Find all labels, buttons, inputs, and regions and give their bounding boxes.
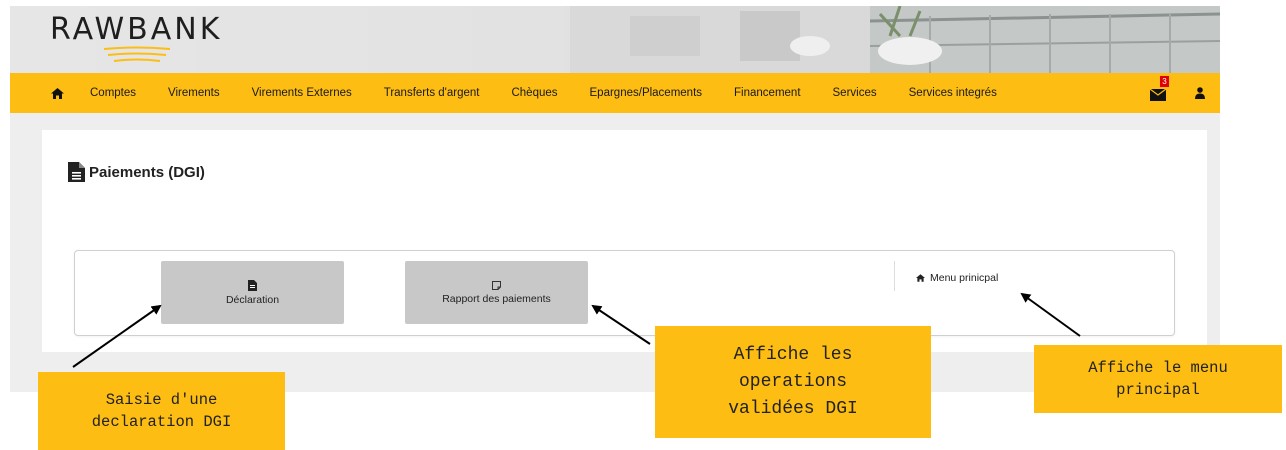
nav-item-financement[interactable]: Financement <box>734 87 800 99</box>
callout-declaration: Saisie d'une declaration DGI <box>38 372 285 450</box>
home-icon <box>916 274 925 282</box>
declaration-button[interactable]: Déclaration <box>161 261 344 324</box>
nav-item-comptes[interactable]: Comptes <box>90 87 136 99</box>
messages-button[interactable]: 3 <box>1150 76 1170 101</box>
app-frame: RAWBANK Comptes Virements Virements Exte… <box>10 6 1220 392</box>
menu-principal-label: Menu prinicpal <box>930 272 999 284</box>
nav-item-services-integres[interactable]: Services integrés <box>909 87 997 99</box>
nav-item-virements-externes[interactable]: Virements Externes <box>252 87 352 99</box>
callout-text: Saisie d'une <box>105 391 218 409</box>
document-icon <box>248 279 257 291</box>
nav-item-epargnes[interactable]: Epargnes/Placements <box>590 87 703 99</box>
page-title: Paiements (DGI) <box>89 163 205 181</box>
main-nav: Comptes Virements Virements Externes Tra… <box>10 73 1220 113</box>
nav-item-cheques[interactable]: Chèques <box>511 87 557 99</box>
callout-text: Affiche les <box>733 344 853 365</box>
actions-panel: Déclaration Rapport des paiements Menu p… <box>74 250 1175 336</box>
callout-text: validées DGI <box>728 398 858 419</box>
brand-logo: RAWBANK <box>50 12 223 47</box>
panel-divider <box>894 261 895 291</box>
home-icon <box>50 87 64 99</box>
nav-item-virements[interactable]: Virements <box>168 87 220 99</box>
callout-text: Affiche le menu <box>1088 359 1228 377</box>
nav-item-services[interactable]: Services <box>833 87 877 99</box>
nav-home[interactable] <box>39 73 75 113</box>
banner-photo <box>570 6 1220 73</box>
nav-item-transferts[interactable]: Transferts d'argent <box>384 87 480 99</box>
envelope-icon <box>1150 89 1166 101</box>
user-icon <box>1195 87 1205 99</box>
rapport-paiements-button[interactable]: Rapport des paiements <box>405 261 588 324</box>
rapport-label: Rapport des paiements <box>442 292 551 305</box>
document-icon <box>68 162 85 182</box>
logo-waves-icon <box>103 46 171 62</box>
callout-text: declaration DGI <box>91 413 232 431</box>
menu-principal-link[interactable]: Menu prinicpal <box>916 272 998 284</box>
callout-text: principal <box>1116 381 1200 399</box>
callout-rapport: Affiche les operations validées DGI <box>655 326 931 438</box>
callout-menu: Affiche le menu principal <box>1034 345 1282 413</box>
content-card: Paiements (DGI) Déclaration Rapport des … <box>42 130 1207 352</box>
page-heading: Paiements (DGI) <box>68 162 205 182</box>
header-banner: RAWBANK <box>10 6 1220 73</box>
user-button[interactable] <box>1190 83 1210 103</box>
callout-text: operations <box>738 371 848 392</box>
note-icon <box>492 280 501 290</box>
messages-badge: 3 <box>1160 76 1169 87</box>
declaration-label: Déclaration <box>225 293 280 306</box>
